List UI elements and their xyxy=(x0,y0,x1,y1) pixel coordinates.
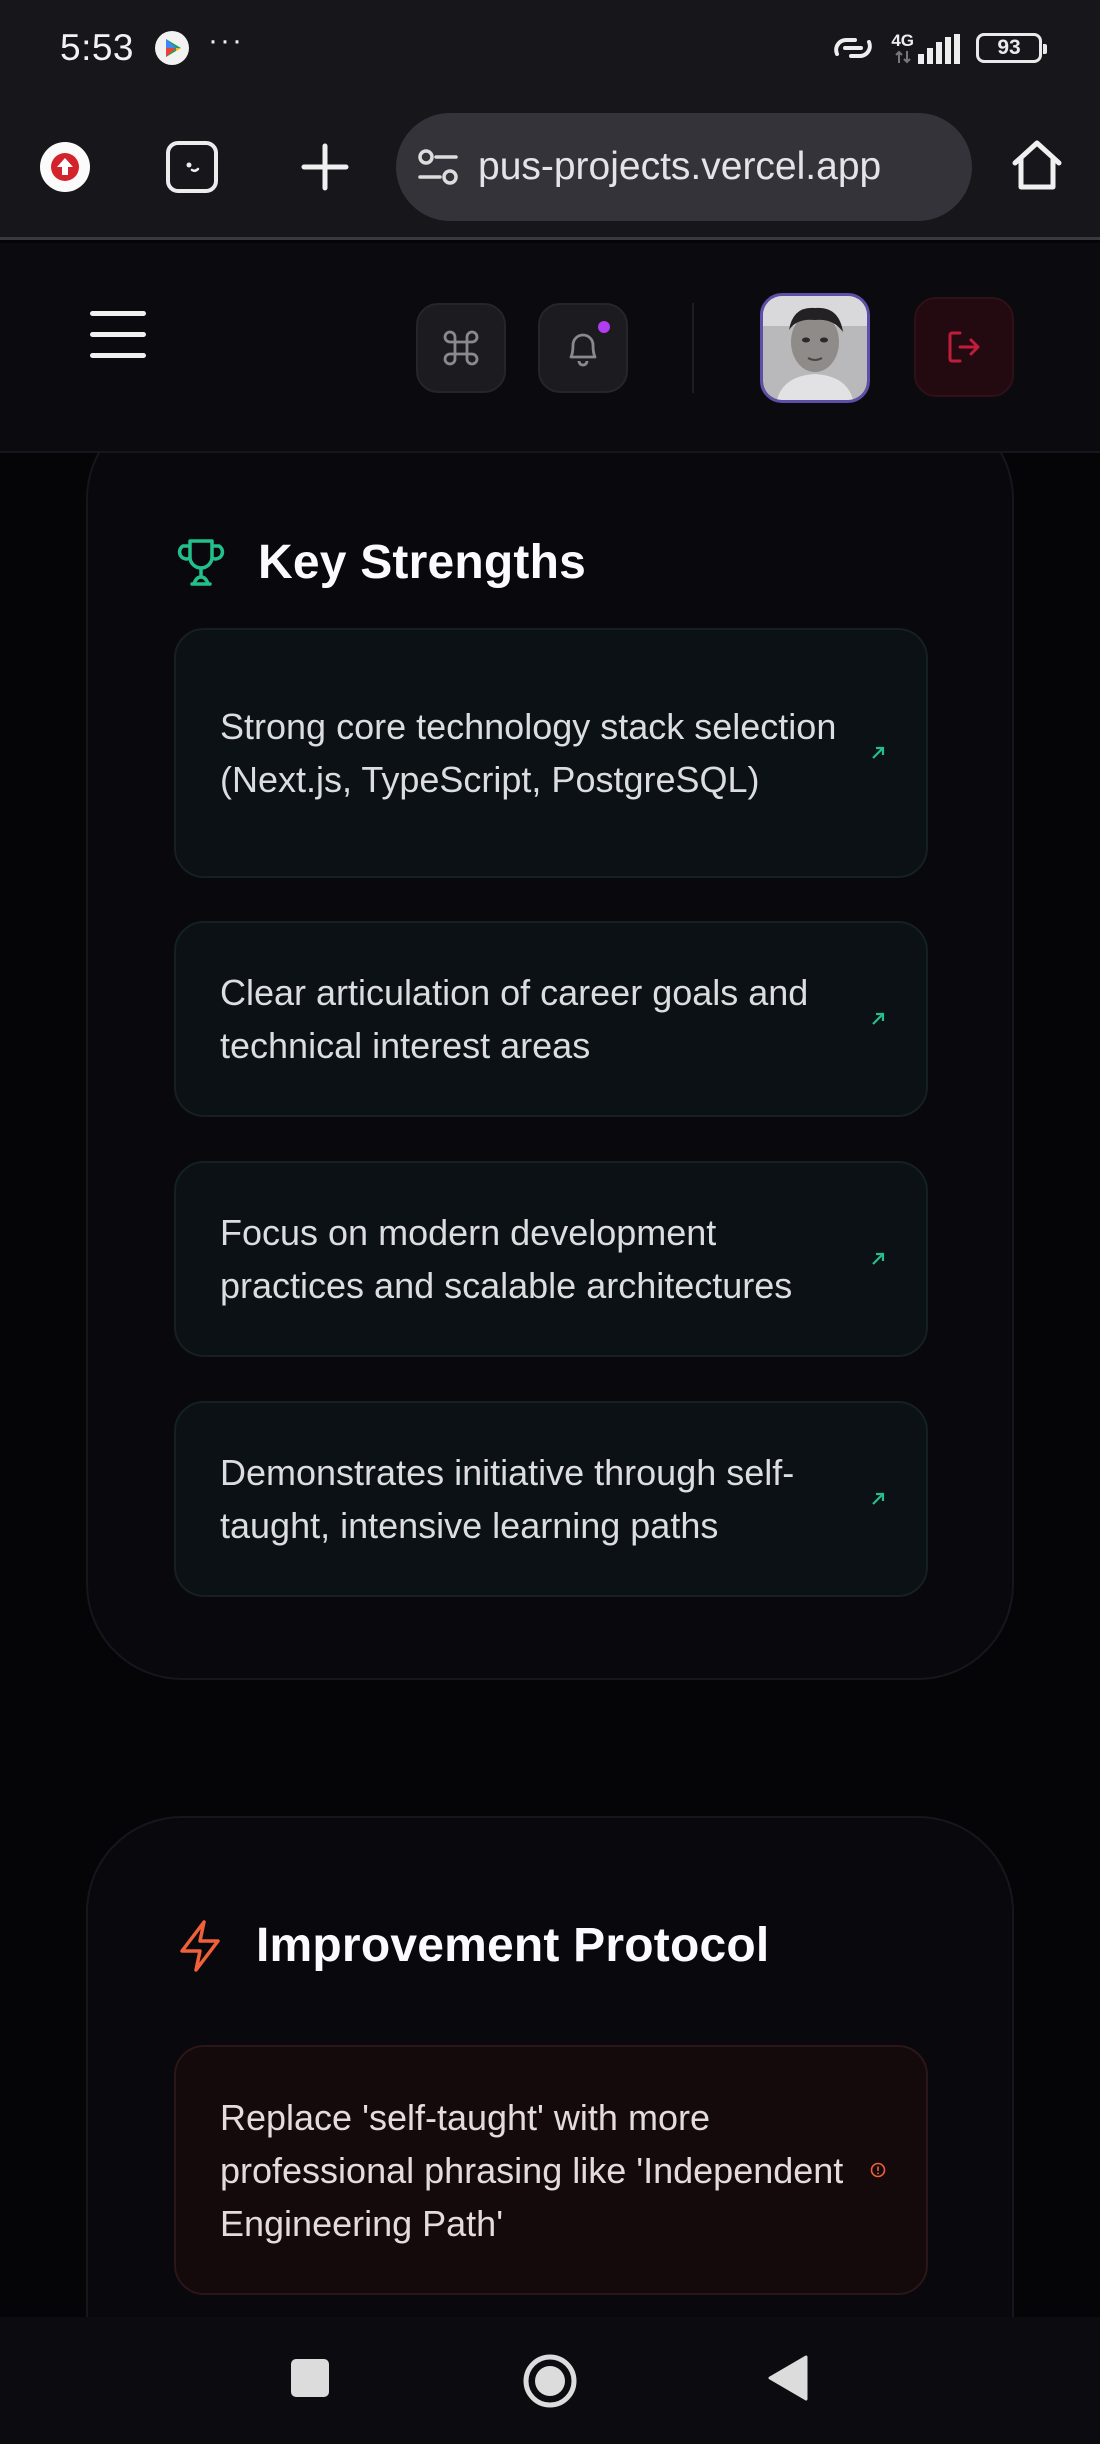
key-strengths-card: Key Strengths Strong core technology sta… xyxy=(86,453,1014,1680)
home-circle-icon xyxy=(523,2354,577,2408)
avatar[interactable] xyxy=(760,293,870,403)
strength-text: Focus on modern development practices an… xyxy=(220,1212,793,1306)
play-store-icon xyxy=(155,31,190,65)
address-bar[interactable]: pus-projects.vercel.app xyxy=(396,113,972,221)
status-bar: 5:53 ··· 4G 93 xyxy=(0,0,1100,96)
data-arrows-icon xyxy=(894,50,911,64)
hotspot-link-icon xyxy=(834,38,873,58)
signal-icon xyxy=(918,34,960,64)
battery-icon: 93 xyxy=(976,33,1047,63)
improvement-item[interactable]: Replace 'self-taught' with more professi… xyxy=(174,2045,928,2295)
upload-button[interactable] xyxy=(40,142,90,192)
browser-toolbar: pus-projects.vercel.app xyxy=(0,96,1100,240)
status-overflow-dots: ··· xyxy=(208,24,244,57)
key-strengths-title: Key Strengths xyxy=(258,536,587,589)
strength-item[interactable]: Clear articulation of career goals and t… xyxy=(174,921,928,1117)
arrow-up-right-icon xyxy=(872,746,885,759)
arrow-up-right-icon xyxy=(872,1012,885,1025)
strength-item[interactable]: Focus on modern development practices an… xyxy=(174,1161,928,1357)
main-content[interactable]: Key Strengths Strong core technology sta… xyxy=(0,453,1100,2317)
strength-item[interactable]: Demonstrates initiative through self-tau… xyxy=(174,1401,928,1597)
new-tab-button[interactable] xyxy=(296,138,354,196)
improvement-protocol-header: Improvement Protocol xyxy=(176,1918,769,1973)
strength-text: Strong core technology stack selection (… xyxy=(220,706,837,800)
signal-group: 4G xyxy=(891,32,960,64)
strength-text: Demonstrates initiative through self-tau… xyxy=(220,1452,795,1546)
notification-dot xyxy=(596,319,612,335)
arrow-up-right-icon xyxy=(872,1492,885,1505)
status-time: 5:53 xyxy=(60,27,135,68)
app-header xyxy=(0,243,1100,453)
notifications-button[interactable] xyxy=(538,303,628,393)
back-button[interactable] xyxy=(764,2353,814,2403)
key-strengths-header: Key Strengths xyxy=(176,535,586,590)
logout-button[interactable] xyxy=(914,297,1014,397)
strength-text: Clear articulation of career goals and t… xyxy=(220,972,809,1066)
battery-level: 93 xyxy=(997,36,1021,59)
bell-icon xyxy=(569,333,597,367)
tab-switcher-button[interactable] xyxy=(166,141,218,193)
command-palette-button[interactable] xyxy=(416,303,506,393)
alert-circle-icon xyxy=(870,2162,886,2178)
improvement-text: Replace 'self-taught' with more professi… xyxy=(220,2096,844,2244)
improvement-protocol-card: Improvement Protocol Replace 'self-taugh… xyxy=(86,1816,1014,2317)
trophy-icon xyxy=(177,538,225,586)
menu-button[interactable] xyxy=(90,311,146,359)
improvement-protocol-title: Improvement Protocol xyxy=(256,1919,770,1972)
logout-icon xyxy=(948,331,980,363)
menu-icon-bar xyxy=(90,332,146,337)
menu-icon-bar xyxy=(90,353,146,358)
arrow-up-right-icon xyxy=(872,1252,885,1265)
plus-icon xyxy=(301,143,349,191)
strength-item[interactable]: Strong core technology stack selection (… xyxy=(174,628,928,878)
command-icon xyxy=(443,330,479,366)
back-triangle-icon xyxy=(768,2355,808,2401)
menu-icon-bar xyxy=(90,311,146,316)
avatar-photo xyxy=(763,296,867,400)
header-divider xyxy=(692,303,694,393)
tab-switcher-icon xyxy=(186,162,200,173)
system-nav-bar xyxy=(0,2317,1100,2444)
lightning-icon xyxy=(180,1919,220,1972)
recents-square-icon xyxy=(291,2359,329,2397)
recents-button[interactable] xyxy=(285,2353,335,2403)
site-settings-icon xyxy=(418,149,458,185)
url-text: pus-projects.vercel.app xyxy=(478,145,882,188)
network-type-label: 4G xyxy=(891,31,914,50)
home-nav-button[interactable] xyxy=(522,2353,578,2409)
home-button[interactable] xyxy=(1006,134,1068,196)
home-icon xyxy=(1012,140,1062,190)
upload-icon xyxy=(51,153,79,181)
